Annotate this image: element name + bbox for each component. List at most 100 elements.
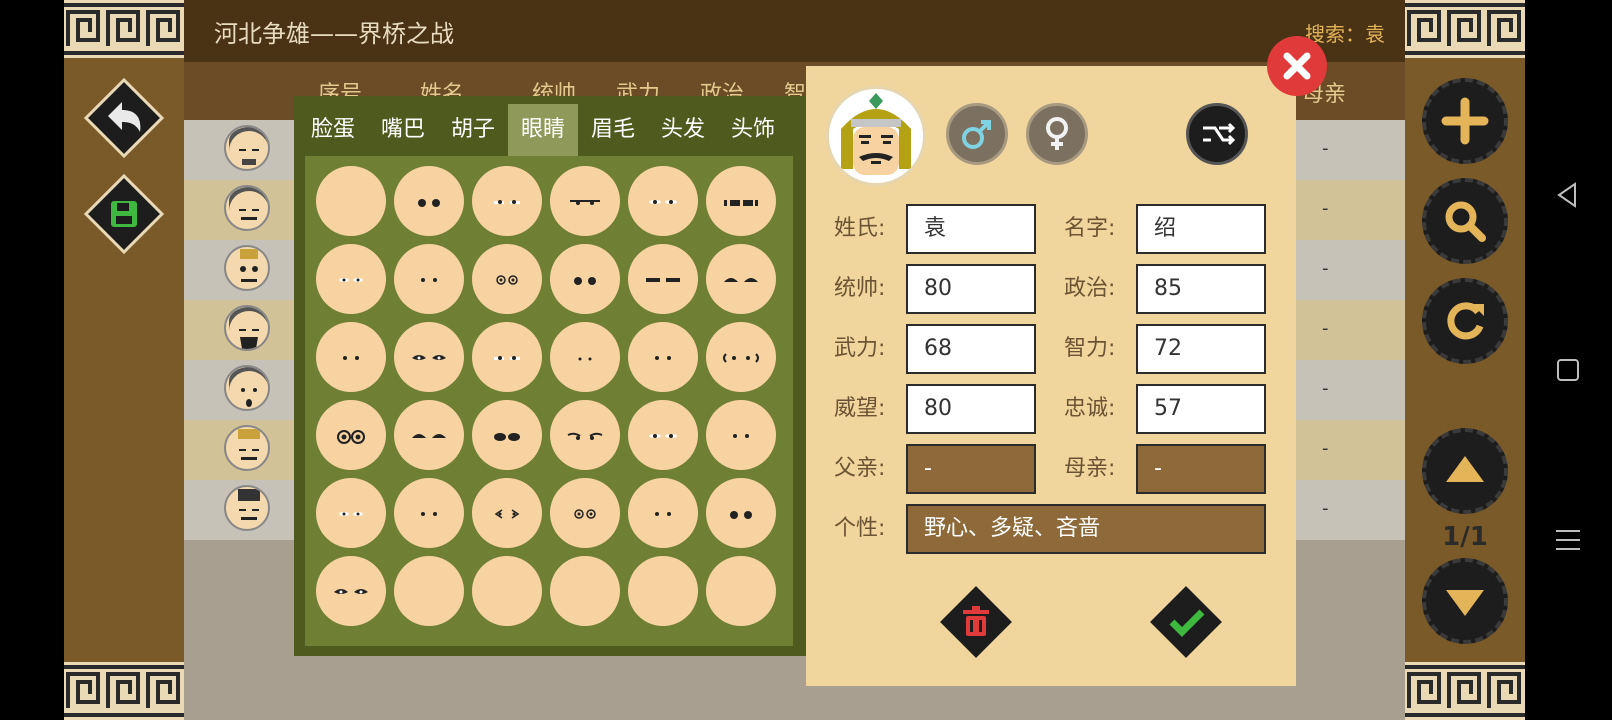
screen: 河北争雄——界桥之战 搜索：袁 序号 姓名 统帅 武力 政治 智 母亲 - - … (0, 0, 1612, 720)
eye-option[interactable] (628, 322, 698, 392)
eye-option[interactable] (628, 166, 698, 236)
eye-option[interactable] (394, 478, 464, 548)
eye-option[interactable] (316, 166, 386, 236)
avatar (224, 365, 270, 411)
avatar (224, 245, 270, 291)
triangle-up-icon (1446, 456, 1484, 482)
force-label: 武力: (834, 336, 886, 361)
prestige-field[interactable]: 80 (906, 384, 1036, 434)
mother-field[interactable]: - (1136, 444, 1266, 494)
nav-back-icon[interactable] (1553, 180, 1583, 214)
personality-label: 个性: (834, 516, 886, 541)
eye-option[interactable] (550, 244, 620, 314)
surname-field[interactable]: 袁 (906, 204, 1036, 254)
eye-option[interactable] (628, 556, 698, 626)
eye-option[interactable] (706, 400, 776, 470)
confirm-button[interactable] (1146, 582, 1226, 662)
mother-cell: - (1322, 378, 1329, 399)
eye-option[interactable] (706, 556, 776, 626)
eye-option[interactable] (550, 322, 620, 392)
tab-eyes[interactable]: 眼睛 (508, 104, 578, 156)
force-field[interactable]: 68 (906, 324, 1036, 374)
tab-headwear[interactable]: 头饰 (718, 104, 788, 156)
eye-option[interactable] (706, 478, 776, 548)
nav-menu-icon[interactable] (1553, 525, 1583, 559)
search-icon (1445, 201, 1486, 242)
female-icon (1046, 117, 1068, 150)
eye-option[interactable] (394, 166, 464, 236)
left-rail (64, 0, 184, 720)
eye-option[interactable] (550, 556, 620, 626)
eye-option[interactable] (394, 322, 464, 392)
eye-option[interactable] (316, 400, 386, 470)
eye-option[interactable] (394, 556, 464, 626)
back-arrow-icon (84, 78, 164, 158)
part-tabs: 脸蛋 嘴巴 胡子 眼睛 眉毛 头发 头饰 (294, 104, 806, 156)
surname-label: 姓氏: (834, 216, 886, 241)
command-label: 统帅: (834, 276, 886, 301)
eye-option[interactable] (628, 478, 698, 548)
eye-option[interactable] (472, 400, 542, 470)
father-field[interactable]: - (906, 444, 1036, 494)
save-button[interactable] (84, 174, 164, 254)
shuffle-icon (1203, 122, 1236, 146)
page-up-button[interactable] (1422, 428, 1508, 514)
given-name-label: 名字: (1064, 216, 1116, 241)
loyalty-label: 忠诚: (1064, 396, 1116, 421)
meander-ornament (1405, 0, 1525, 58)
avatar (224, 125, 270, 171)
search-button[interactable] (1422, 178, 1508, 264)
tab-eyebrows[interactable]: 眉毛 (578, 104, 648, 156)
male-button[interactable] (946, 103, 1008, 165)
loyalty-field[interactable]: 57 (1136, 384, 1266, 434)
meander-ornament (64, 662, 184, 720)
eye-option[interactable] (628, 244, 698, 314)
back-button[interactable] (84, 78, 164, 158)
male-icon (962, 120, 991, 149)
eye-option[interactable] (316, 478, 386, 548)
eye-option[interactable] (472, 478, 542, 548)
eye-option[interactable] (706, 322, 776, 392)
eye-option[interactable] (706, 244, 776, 314)
nav-home-icon[interactable] (1553, 355, 1583, 389)
plus-icon (1441, 97, 1489, 145)
eye-option[interactable] (550, 478, 620, 548)
eye-option[interactable] (472, 556, 542, 626)
randomize-button[interactable] (1186, 103, 1248, 165)
intellect-label: 智力: (1064, 336, 1116, 361)
page-down-button[interactable] (1422, 558, 1508, 644)
personality-field[interactable]: 野心、多疑、吝啬 (906, 504, 1266, 554)
tab-face[interactable]: 脸蛋 (298, 104, 368, 156)
eye-option[interactable] (550, 166, 620, 236)
right-rail: 1/1 (1405, 0, 1525, 720)
avatar (224, 425, 270, 471)
command-field[interactable]: 80 (906, 264, 1036, 314)
refresh-button[interactable] (1422, 278, 1508, 364)
eye-option[interactable] (550, 400, 620, 470)
intellect-field[interactable]: 72 (1136, 324, 1266, 374)
eye-option[interactable] (472, 322, 542, 392)
female-button[interactable] (1026, 103, 1088, 165)
eye-option[interactable] (394, 400, 464, 470)
eye-option[interactable] (472, 244, 542, 314)
politics-field[interactable]: 85 (1136, 264, 1266, 314)
eye-option[interactable] (472, 166, 542, 236)
mother-label: 母亲: (1064, 456, 1116, 481)
add-button[interactable] (1422, 78, 1508, 164)
tab-mouth[interactable]: 嘴巴 (368, 104, 438, 156)
close-button[interactable] (1267, 36, 1327, 96)
avatar (224, 485, 270, 531)
eye-option[interactable] (316, 556, 386, 626)
eye-option[interactable] (316, 244, 386, 314)
portrait-avatar[interactable] (826, 86, 926, 186)
eye-option[interactable] (394, 244, 464, 314)
tab-beard[interactable]: 胡子 (438, 104, 508, 156)
delete-button[interactable] (936, 582, 1016, 662)
tab-hair[interactable]: 头发 (648, 104, 718, 156)
close-icon (1283, 52, 1311, 80)
eye-option[interactable] (628, 400, 698, 470)
eye-option[interactable] (316, 322, 386, 392)
eye-option[interactable] (706, 166, 776, 236)
mother-cell: - (1322, 198, 1329, 219)
given-name-field[interactable]: 绍 (1136, 204, 1266, 254)
